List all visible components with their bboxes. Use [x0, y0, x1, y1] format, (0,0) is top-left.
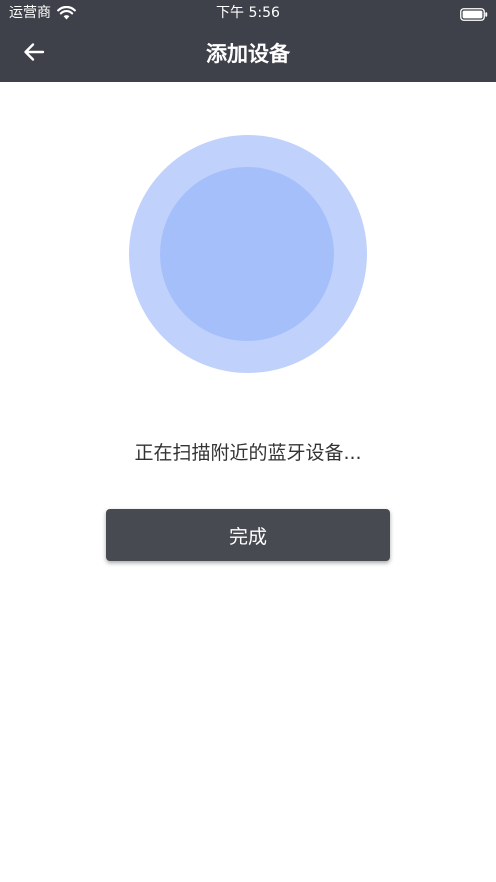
battery-icon	[460, 6, 488, 21]
status-time: 下午 5:56	[216, 5, 280, 21]
scan-pulse-inner	[160, 167, 334, 341]
status-bar: 运营商 下午 5:56	[0, 0, 496, 26]
app-header: 运营商 下午 5:56 添加设备	[0, 0, 496, 82]
scan-status-text: 正在扫描附近的蓝牙设备...	[134, 442, 362, 464]
done-button[interactable]: 完成	[106, 509, 390, 561]
scan-pulse-outer	[129, 135, 367, 373]
nav-bar: 添加设备	[0, 26, 496, 82]
page-title: 添加设备	[206, 42, 290, 66]
